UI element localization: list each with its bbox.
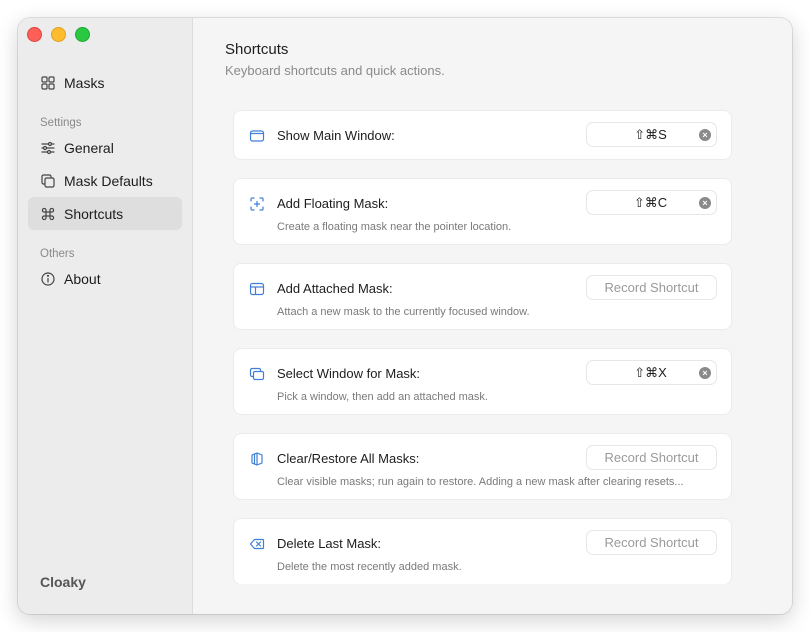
- record-shortcut-button[interactable]: Record Shortcut: [586, 530, 717, 555]
- minimize-window-button[interactable]: [51, 27, 66, 42]
- grid-icon: [40, 75, 56, 91]
- main-content: Shortcuts Keyboard shortcuts and quick a…: [193, 18, 792, 614]
- shortcut-recorder[interactable]: ⇧⌘C ×: [586, 190, 717, 215]
- shortcut-keys: ⇧⌘X: [634, 364, 667, 380]
- clear-shortcut-icon[interactable]: ×: [699, 367, 711, 379]
- shortcut-title: Add Attached Mask:: [277, 281, 393, 296]
- sidebar-item-masks[interactable]: Masks: [28, 66, 182, 99]
- sidebar-section-settings: Settings: [40, 117, 82, 129]
- page-title: Shortcuts: [225, 41, 289, 58]
- page-subtitle: Keyboard shortcuts and quick actions.: [225, 63, 445, 78]
- delete-left-icon: [249, 536, 265, 552]
- record-shortcut-button[interactable]: Record Shortcut: [586, 275, 717, 300]
- record-shortcut-placeholder: Record Shortcut: [604, 450, 699, 465]
- sidebar-item-mask-defaults[interactable]: Mask Defaults: [28, 164, 182, 197]
- shortcut-title: Clear/Restore All Masks:: [277, 451, 420, 466]
- shortcut-description: Clear visible masks; run again to restor…: [277, 476, 684, 488]
- sidebar-item-shortcuts[interactable]: Shortcuts: [28, 197, 182, 230]
- shortcut-keys: ⇧⌘S: [634, 126, 667, 142]
- sidebar-item-label: Shortcuts: [64, 205, 124, 222]
- sidebar-item-label: General: [64, 139, 114, 156]
- sliders-icon: [40, 140, 56, 156]
- select-window-icon: [249, 366, 265, 382]
- shortcut-recorder[interactable]: ⇧⌘S ×: [586, 122, 717, 147]
- app-window: Masks Settings General Mask Defaults Sho…: [18, 18, 792, 614]
- clear-masks-icon: [249, 451, 265, 467]
- copy-icon: [40, 173, 56, 189]
- shortcut-recorder[interactable]: ⇧⌘X ×: [586, 360, 717, 385]
- shortcut-card-select-window: Select Window for Mask: Pick a window, t…: [233, 348, 732, 415]
- shortcut-card-show-main-window: Show Main Window: ⇧⌘S ×: [233, 110, 732, 160]
- shortcut-title: Add Floating Mask:: [277, 196, 389, 211]
- command-icon: [40, 206, 56, 222]
- record-shortcut-placeholder: Record Shortcut: [604, 535, 699, 550]
- sidebar-item-about[interactable]: About: [28, 262, 182, 295]
- shortcut-card-delete-last-mask: Delete Last Mask: Delete the most recent…: [233, 518, 732, 585]
- record-shortcut-button[interactable]: Record Shortcut: [586, 445, 717, 470]
- sidebar-item-label: About: [64, 270, 101, 287]
- shortcut-description: Pick a window, then add an attached mask…: [277, 391, 488, 403]
- shortcut-list: Show Main Window: ⇧⌘S × Add Floating Mas…: [233, 110, 732, 603]
- shortcut-description: Attach a new mask to the currently focus…: [277, 306, 530, 318]
- shortcut-title: Delete Last Mask:: [277, 536, 382, 551]
- app-name: Cloaky: [40, 574, 86, 590]
- clear-shortcut-icon[interactable]: ×: [699, 197, 711, 209]
- floating-mask-icon: [249, 196, 265, 212]
- window-icon: [249, 128, 265, 144]
- sidebar-section-others: Others: [40, 248, 75, 260]
- shortcut-description: Delete the most recently added mask.: [277, 561, 462, 573]
- record-shortcut-placeholder: Record Shortcut: [604, 280, 699, 295]
- sidebar: Masks Settings General Mask Defaults Sho…: [18, 18, 193, 614]
- info-icon: [40, 271, 56, 287]
- shortcut-card-add-floating-mask: Add Floating Mask: Create a floating mas…: [233, 178, 732, 245]
- window-controls: [27, 27, 90, 42]
- clear-shortcut-icon[interactable]: ×: [699, 129, 711, 141]
- sidebar-item-label: Mask Defaults: [64, 172, 153, 189]
- sidebar-nav: Masks Settings General Mask Defaults Sho…: [28, 66, 182, 295]
- shortcut-keys: ⇧⌘C: [633, 194, 668, 210]
- close-window-button[interactable]: [27, 27, 42, 42]
- shortcut-card-add-attached-mask: Add Attached Mask: Attach a new mask to …: [233, 263, 732, 330]
- attached-mask-icon: [249, 281, 265, 297]
- shortcut-description: Create a floating mask near the pointer …: [277, 221, 512, 233]
- shortcut-title: Select Window for Mask:: [277, 366, 421, 381]
- zoom-window-button[interactable]: [75, 27, 90, 42]
- sidebar-item-general[interactable]: General: [28, 131, 182, 164]
- shortcut-title: Show Main Window:: [277, 128, 395, 143]
- sidebar-item-label: Masks: [64, 74, 105, 91]
- scroll-fade: [193, 584, 792, 614]
- shortcut-card-clear-restore: Clear/Restore All Masks: Clear visible m…: [233, 433, 732, 500]
